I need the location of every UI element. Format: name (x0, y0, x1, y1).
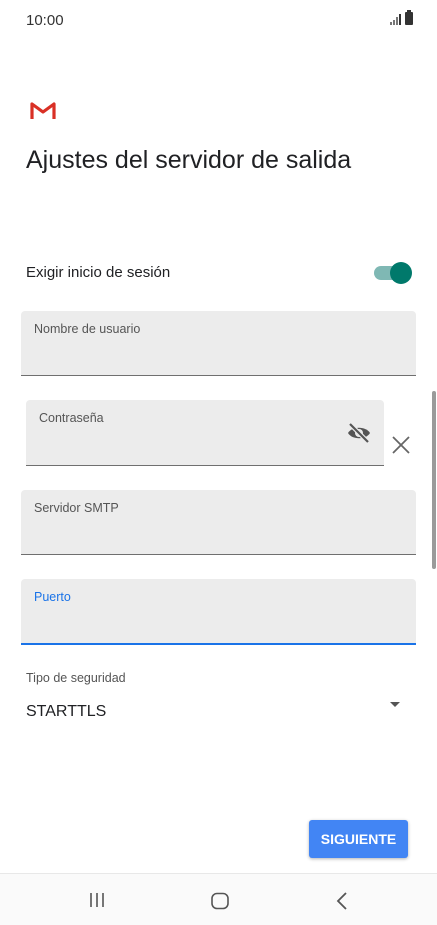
eye-off-icon[interactable] (346, 420, 372, 446)
home-icon[interactable] (210, 892, 230, 910)
username-field[interactable]: Nombre de usuario (21, 311, 416, 376)
port-label: Puerto (34, 590, 71, 604)
navigation-bar (0, 873, 437, 925)
signal-icon (390, 13, 401, 25)
login-required-row: Exigir inicio de sesión (26, 258, 412, 288)
security-type-select[interactable]: STARTTLS (26, 703, 106, 721)
close-icon[interactable] (389, 433, 413, 457)
dropdown-arrow-icon[interactable] (389, 701, 401, 709)
recents-icon[interactable] (88, 892, 106, 908)
page-title: Ajustes del servidor de salida (26, 146, 352, 174)
status-bar: 10:00 (0, 0, 437, 44)
back-icon[interactable] (335, 891, 349, 911)
port-field[interactable]: Puerto (21, 579, 416, 645)
username-label: Nombre de usuario (34, 322, 141, 336)
status-time: 10:00 (26, 12, 64, 29)
login-required-toggle[interactable] (374, 262, 412, 284)
login-required-label: Exigir inicio de sesión (26, 264, 171, 281)
smtp-server-label: Servidor SMTP (34, 501, 119, 515)
password-field[interactable]: Contraseña (26, 400, 384, 466)
next-button[interactable]: SIGUIENTE (309, 820, 408, 858)
status-icons (390, 10, 413, 25)
toggle-knob (390, 262, 412, 284)
password-label: Contraseña (39, 411, 104, 425)
security-type-label: Tipo de seguridad (26, 671, 126, 685)
scrollbar[interactable] (432, 391, 436, 569)
battery-icon (405, 10, 413, 25)
gmail-logo-icon (30, 102, 56, 119)
smtp-server-field[interactable]: Servidor SMTP (21, 490, 416, 555)
